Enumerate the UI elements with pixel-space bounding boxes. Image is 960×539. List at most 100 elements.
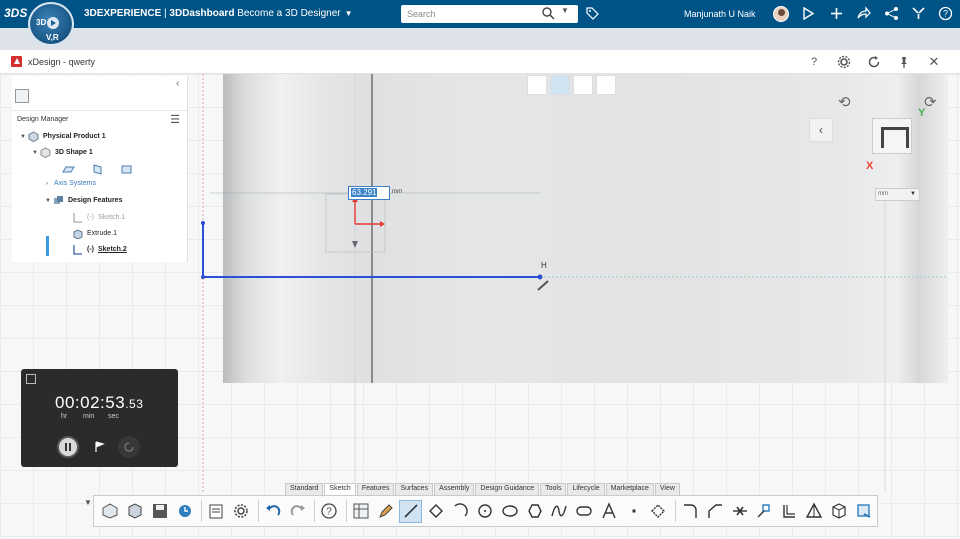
toolbar-expand-icon[interactable]: ▼ (84, 498, 92, 507)
caret-down-icon[interactable]: ▼ (20, 134, 28, 140)
tool-clipboard-button[interactable] (205, 500, 228, 523)
tool-construction-button[interactable] (647, 500, 670, 523)
apps-tools-icon[interactable] (911, 6, 926, 21)
tool-circle-button[interactable] (474, 500, 497, 523)
tool-redo-button[interactable] (286, 500, 309, 523)
sketch-tool-button[interactable] (550, 75, 570, 95)
pause-button[interactable] (57, 436, 79, 458)
tree-item-extrude1[interactable]: Extrude.1 (72, 228, 117, 239)
search-options-chevron-icon[interactable]: ▼ (561, 6, 569, 15)
tab-features[interactable]: Features (356, 483, 395, 495)
tool-spline-button[interactable] (548, 500, 571, 523)
reset-button[interactable] (118, 436, 140, 458)
dimension-unit: mm (392, 189, 402, 195)
tab-assembly[interactable]: Assembly (434, 483, 475, 495)
tab-lifecycle[interactable]: Lifecycle (567, 483, 605, 495)
menu-icon[interactable]: ☰ (170, 113, 180, 126)
accept-sketch-button[interactable] (596, 75, 616, 95)
tab-marketplace[interactable]: Marketplace (605, 483, 654, 495)
tab-standard[interactable]: Standard (285, 483, 324, 495)
refresh-icon[interactable] (866, 54, 882, 70)
tool-ellipse-button[interactable] (498, 500, 521, 523)
caret-down-icon[interactable]: ▼ (45, 198, 53, 204)
gear-icon[interactable] (836, 54, 852, 70)
tool-text-button[interactable] (598, 500, 621, 523)
compass-play-icon[interactable] (47, 17, 59, 29)
redo-icon (290, 505, 305, 516)
tree-item-sketch1[interactable]: (-) Sketch.1 (72, 212, 125, 223)
tool-mirror-button[interactable] (803, 500, 826, 523)
forward-share-icon[interactable] (856, 6, 871, 21)
tree-item-sketch2[interactable]: (-) Sketch.2 (72, 244, 127, 255)
tab-sketch[interactable]: Sketch (324, 483, 356, 495)
right-plane-icon[interactable] (120, 164, 133, 175)
tree-item-3d-shape[interactable]: ▼ 3D Shape 1 (32, 147, 93, 158)
network-share-icon[interactable] (884, 6, 899, 21)
units-dropdown[interactable]: mm (875, 188, 920, 201)
view-cube[interactable] (872, 118, 912, 154)
chevron-right-icon[interactable]: › (46, 181, 54, 187)
tool-chamfer-button[interactable] (704, 500, 727, 523)
tool-grid-button[interactable] (350, 500, 373, 523)
delete-constraint-button[interactable] (573, 75, 593, 95)
front-plane-icon[interactable] (91, 164, 104, 175)
tool-help-button[interactable]: ? (318, 500, 341, 523)
caret-down-icon[interactable]: ▼ (32, 150, 40, 156)
tree-item-design-features[interactable]: ▼ Design Features (45, 195, 122, 206)
tag-icon[interactable] (585, 6, 599, 20)
close-icon[interactable]: ✕ (926, 54, 942, 70)
compass-widget[interactable]: 3D V,R (28, 2, 74, 46)
tab-surfaces[interactable]: Surfaces (395, 483, 434, 495)
tool-slot-button[interactable] (573, 500, 596, 523)
tool-3d-button[interactable] (827, 500, 850, 523)
collapse-panel-icon[interactable]: ‹ (176, 78, 179, 89)
tool-fillet-button[interactable] (679, 500, 702, 523)
search-icon[interactable] (541, 6, 555, 20)
add-icon[interactable] (829, 6, 844, 21)
tool-save-button[interactable] (149, 500, 172, 523)
tool-exit-sketch-button[interactable] (852, 500, 875, 523)
tool-point-button[interactable] (622, 500, 645, 523)
project-icon (757, 504, 771, 518)
tool-part-button[interactable] (124, 500, 147, 523)
help-button[interactable]: ? (806, 54, 822, 70)
brand-title[interactable]: 3DEXPERIENCE | 3DDashboard Become a 3D D… (84, 8, 353, 19)
tool-pencil-button[interactable] (375, 500, 398, 523)
action-bar-tabs: Standard Sketch Features Surfaces Assemb… (285, 483, 681, 495)
tab-design-guidance[interactable]: Design Guidance (475, 483, 540, 495)
tab-tools[interactable]: Tools (540, 483, 567, 495)
tool-project-button[interactable] (753, 500, 776, 523)
rotate-left-icon[interactable]: ⟲ (838, 93, 851, 111)
part-surface[interactable] (223, 74, 948, 383)
tool-product-button[interactable] (99, 500, 122, 523)
expand-icon[interactable] (26, 374, 36, 384)
cube-icon (832, 503, 846, 519)
chevron-left-button[interactable]: ‹ (809, 118, 833, 142)
share-play-icon[interactable] (801, 6, 816, 21)
dimension-input[interactable]: 63.291 (348, 186, 390, 200)
tree-tab-icon[interactable] (15, 89, 29, 103)
tool-polygon-button[interactable] (523, 500, 546, 523)
horizontal-constraint-button[interactable] (527, 75, 547, 95)
tool-arc-button[interactable] (449, 500, 472, 523)
lap-button[interactable] (88, 436, 110, 458)
clipboard-icon (209, 504, 223, 519)
tool-trim-button[interactable] (728, 500, 751, 523)
user-name[interactable]: Manjunath U Naik (684, 9, 756, 19)
tool-settings-button[interactable] (230, 500, 253, 523)
tool-rectangle-button[interactable] (424, 500, 447, 523)
top-plane-icon[interactable] (62, 164, 75, 175)
tree-item-axis-systems[interactable]: › Axis Systems (46, 180, 96, 187)
pin-icon[interactable] (896, 54, 912, 70)
avatar[interactable] (773, 6, 789, 22)
tree-item-physical-product[interactable]: ▼ Physical Product 1 (20, 131, 106, 142)
help-icon[interactable]: ? (938, 6, 953, 21)
tool-offset-button[interactable] (778, 500, 801, 523)
tab-view[interactable]: View (654, 483, 680, 495)
chevron-down-icon[interactable]: ▼ (345, 9, 353, 18)
slot-icon (576, 506, 592, 516)
tool-update-button[interactable] (173, 500, 196, 523)
tool-undo-button[interactable] (262, 500, 285, 523)
tool-line-button[interactable] (399, 499, 423, 523)
rotate-right-icon[interactable]: ⟳ (924, 93, 937, 111)
